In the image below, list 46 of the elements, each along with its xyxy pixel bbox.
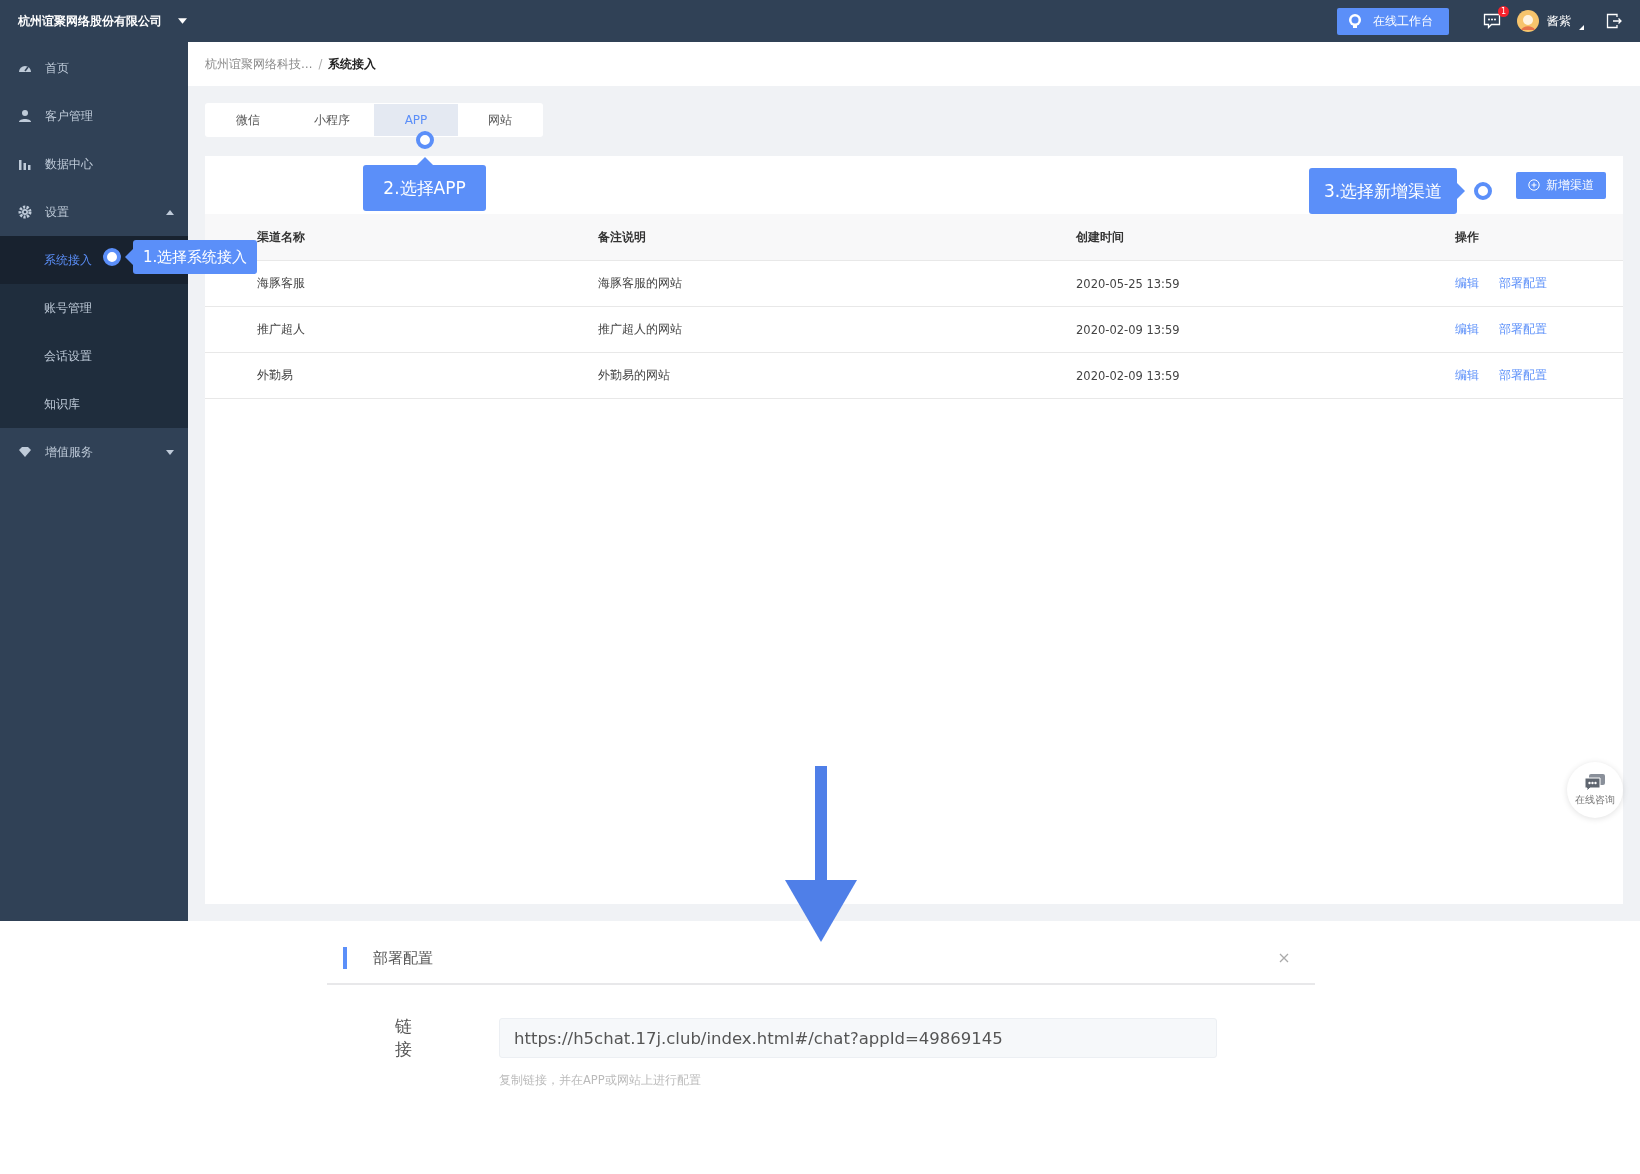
menu-item[interactable]: 首页 (0, 44, 188, 92)
table-cell-text: 海豚客服的网站 (598, 276, 683, 291)
table-cell-text: 2020-02-09 13:59 (1076, 368, 1181, 383)
chat-icon (1584, 773, 1606, 792)
table-cell-text: 推广超人 (257, 322, 306, 337)
menu-item[interactable]: 增值服务 (0, 428, 188, 476)
avatar-icon[interactable] (1517, 10, 1539, 32)
caret-icon[interactable] (1579, 24, 1584, 30)
breadcrumb-item[interactable]: 杭州谊聚网络科技… (205, 56, 313, 72)
submenu-item[interactable]: 账号管理 (0, 284, 188, 332)
company-name[interactable]: 杭州谊聚网络股份有限公司 (18, 12, 162, 30)
table-cell-text: 外勤易的网站 (598, 368, 671, 383)
diamond-icon (18, 445, 32, 459)
step-tooltip: 1.选择系统接入 (103, 240, 258, 274)
step-tooltip: 2.选择APP (363, 131, 486, 211)
caret-icon[interactable] (178, 18, 187, 24)
link-field[interactable]: https://h5chat.17j.club/index.html#/chat?appId=49869145 (499, 1018, 1217, 1058)
gear-icon (18, 205, 32, 219)
submenu-item[interactable]: 会话设置 (0, 332, 188, 380)
user-name[interactable]: 酱紫 (1547, 12, 1571, 30)
field-label: 链接 (395, 1015, 458, 1061)
table-cell-text: 海豚客服 (257, 276, 306, 291)
table-cell-text: 外勤易 (257, 368, 294, 383)
plus-circle-icon (1528, 179, 1540, 191)
menu-item[interactable]: 客户管理 (0, 92, 188, 140)
breadcrumb-item: 系统接入 (328, 56, 377, 72)
logout-icon[interactable] (1606, 13, 1622, 29)
tab[interactable]: 微信 (206, 104, 290, 136)
breadcrumb-separator: / (318, 57, 323, 71)
step-tooltip: 3.选择新增渠道 (1309, 168, 1493, 214)
column-header: 备注说明 (598, 229, 647, 245)
headset-icon (1347, 13, 1363, 29)
column-header: 渠道名称 (257, 229, 306, 245)
notification-badge: 1 (1498, 6, 1509, 17)
submenu-item[interactable]: 知识库 (0, 380, 188, 428)
column-header: 操作 (1455, 229, 1480, 245)
table-cell-text: 推广超人的网站 (598, 322, 683, 337)
menu-item[interactable]: 数据中心 (0, 140, 188, 188)
column-header: 创建时间 (1076, 229, 1125, 245)
table-cell-text: 2020-02-09 13:59 (1076, 322, 1181, 337)
message-icon[interactable] (1483, 13, 1501, 29)
bar-chart-icon (18, 157, 32, 171)
menu-item[interactable]: 设置 (0, 188, 188, 236)
dialog-title: 部署配置 (373, 948, 434, 968)
user-icon (18, 109, 32, 123)
table-cell-text: 2020-05-25 13:59 (1076, 276, 1181, 291)
